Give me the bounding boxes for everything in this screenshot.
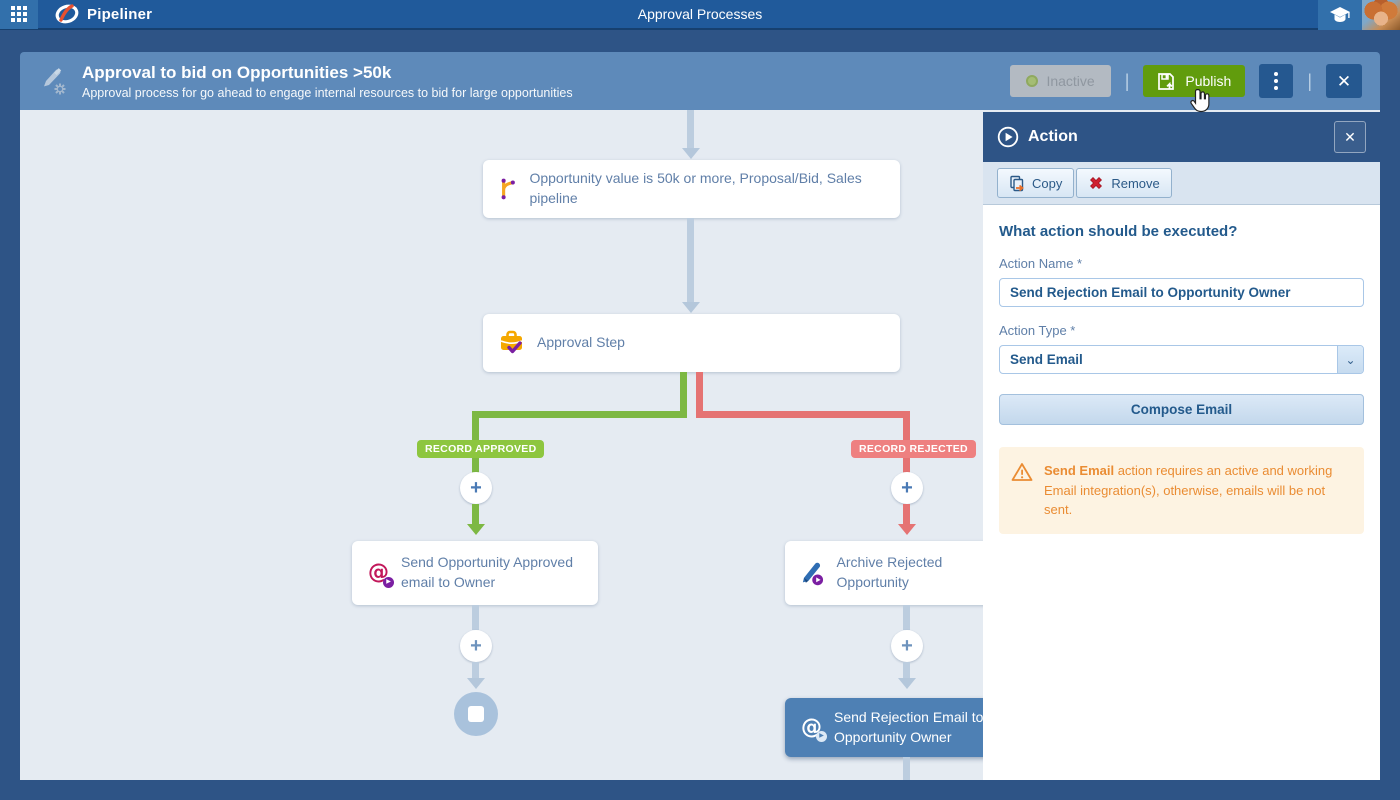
arrow-down-icon xyxy=(682,302,700,313)
copy-icon xyxy=(1009,175,1025,192)
header-separator: | xyxy=(1125,71,1130,92)
status-dot-icon xyxy=(1026,75,1038,87)
approval-step-icon xyxy=(499,330,525,356)
action-type-value: Send Email xyxy=(1000,352,1337,367)
action-name-label: Action Name * xyxy=(999,256,1364,271)
action-panel-header: Action ✕ xyxy=(983,112,1380,162)
connector-line xyxy=(687,218,694,302)
node-label: Send Opportunity Approved email to Owner xyxy=(401,553,582,592)
close-process-button[interactable]: ✕ xyxy=(1326,64,1362,98)
connector-line xyxy=(472,605,479,630)
arrow-down-icon xyxy=(898,524,916,535)
panel-question-heading: What action should be executed? xyxy=(999,223,1364,240)
process-subtitle: Approval process for go ahead to engage … xyxy=(82,86,573,100)
connector-line xyxy=(903,757,910,780)
close-icon: ✕ xyxy=(1337,72,1351,91)
connector-line xyxy=(472,662,479,678)
compose-email-button[interactable]: Compose Email xyxy=(999,394,1364,425)
edit-process-icon xyxy=(38,65,68,97)
kebab-icon xyxy=(1274,72,1278,76)
action-play-icon xyxy=(997,126,1019,148)
warning-triangle-icon xyxy=(1011,462,1033,482)
email-action-icon: @ ▶ xyxy=(801,713,822,742)
plus-icon: + xyxy=(470,635,482,658)
publish-button[interactable]: Publish xyxy=(1143,65,1245,97)
close-icon: ✕ xyxy=(1344,129,1356,145)
inactive-button[interactable]: Inactive xyxy=(1010,65,1110,97)
branch-rejected-line xyxy=(903,504,910,524)
brand[interactable]: Pipeliner xyxy=(54,3,152,25)
stop-icon xyxy=(468,706,484,722)
panel-title: Action xyxy=(1028,128,1078,146)
arrow-down-icon xyxy=(467,524,485,535)
plus-icon: + xyxy=(470,477,482,500)
graduation-cap-icon xyxy=(1329,6,1351,24)
connector-line xyxy=(687,110,694,148)
app-name: Pipeliner xyxy=(87,6,152,23)
branch-condition-icon xyxy=(499,176,517,202)
email-action-icon: @ ▶ xyxy=(368,558,389,587)
node-send-approved-email[interactable]: @ ▶ Send Opportunity Approved email to O… xyxy=(352,541,598,605)
action-panel: Action ✕ Copy Remove What action should … xyxy=(983,112,1380,780)
remove-button[interactable]: Remove xyxy=(1076,168,1171,198)
action-type-select[interactable]: Send Email ⌄ xyxy=(999,345,1364,374)
action-type-label: Action Type * xyxy=(999,323,1364,338)
connector-line xyxy=(903,662,910,678)
remove-x-icon xyxy=(1088,175,1104,191)
process-title: Approval to bid on Opportunities >50k xyxy=(82,62,573,84)
action-name-input[interactable] xyxy=(999,278,1364,307)
copy-button[interactable]: Copy xyxy=(997,168,1074,198)
panel-toolbar: Copy Remove xyxy=(983,162,1380,205)
publish-label: Publish xyxy=(1185,73,1231,89)
pipeliner-logo-icon xyxy=(54,3,80,25)
add-step-button[interactable]: + xyxy=(460,630,492,662)
more-options-button[interactable] xyxy=(1259,64,1293,98)
training-button[interactable] xyxy=(1318,0,1362,30)
header-separator: | xyxy=(1307,71,1312,92)
close-panel-button[interactable]: ✕ xyxy=(1334,121,1366,153)
arrow-down-icon xyxy=(682,148,700,159)
email-integration-warning: Send Email action requires an active and… xyxy=(999,447,1364,534)
arrow-down-icon xyxy=(467,678,485,689)
plus-icon: + xyxy=(901,635,913,658)
branch-approved-line xyxy=(472,411,687,418)
archive-action-icon xyxy=(801,560,825,586)
branch-rejected-line xyxy=(696,411,910,418)
branch-approved-line xyxy=(472,504,479,524)
branch-label-approved: RECORD APPROVED xyxy=(417,440,544,458)
plus-icon: + xyxy=(901,477,913,500)
node-label: Approval Step xyxy=(537,333,625,353)
play-badge-icon: ▶ xyxy=(383,577,394,588)
inactive-label: Inactive xyxy=(1046,73,1094,89)
warning-text: Send Email action requires an active and… xyxy=(1044,461,1352,520)
branch-label-rejected: RECORD REJECTED xyxy=(851,440,976,458)
page-title: Approval Processes xyxy=(0,6,1400,22)
node-condition[interactable]: Opportunity value is 50k or more, Propos… xyxy=(483,160,900,218)
connector-line xyxy=(903,605,910,630)
play-badge-icon: ▶ xyxy=(816,731,827,742)
arrow-down-icon xyxy=(898,678,916,689)
user-avatar[interactable] xyxy=(1362,0,1400,30)
publish-save-icon xyxy=(1157,72,1177,91)
node-label: Opportunity value is 50k or more, Propos… xyxy=(529,169,884,208)
process-end-node[interactable] xyxy=(454,692,498,736)
branch-rejected-line xyxy=(903,411,910,443)
top-app-bar: Pipeliner Approval Processes xyxy=(0,0,1400,30)
add-step-button[interactable]: + xyxy=(891,630,923,662)
add-step-button[interactable]: + xyxy=(891,472,923,504)
grid-icon xyxy=(11,6,27,22)
chevron-down-icon[interactable]: ⌄ xyxy=(1337,346,1363,373)
remove-label: Remove xyxy=(1111,176,1159,191)
app-launcher-button[interactable] xyxy=(0,0,38,29)
branch-approved-line xyxy=(472,411,479,443)
copy-label: Copy xyxy=(1032,176,1062,191)
warning-bold-text: Send Email xyxy=(1044,463,1114,478)
add-step-button[interactable]: + xyxy=(460,472,492,504)
node-approval-step[interactable]: Approval Step xyxy=(483,314,900,372)
process-header: Approval to bid on Opportunities >50k Ap… xyxy=(20,52,1380,110)
